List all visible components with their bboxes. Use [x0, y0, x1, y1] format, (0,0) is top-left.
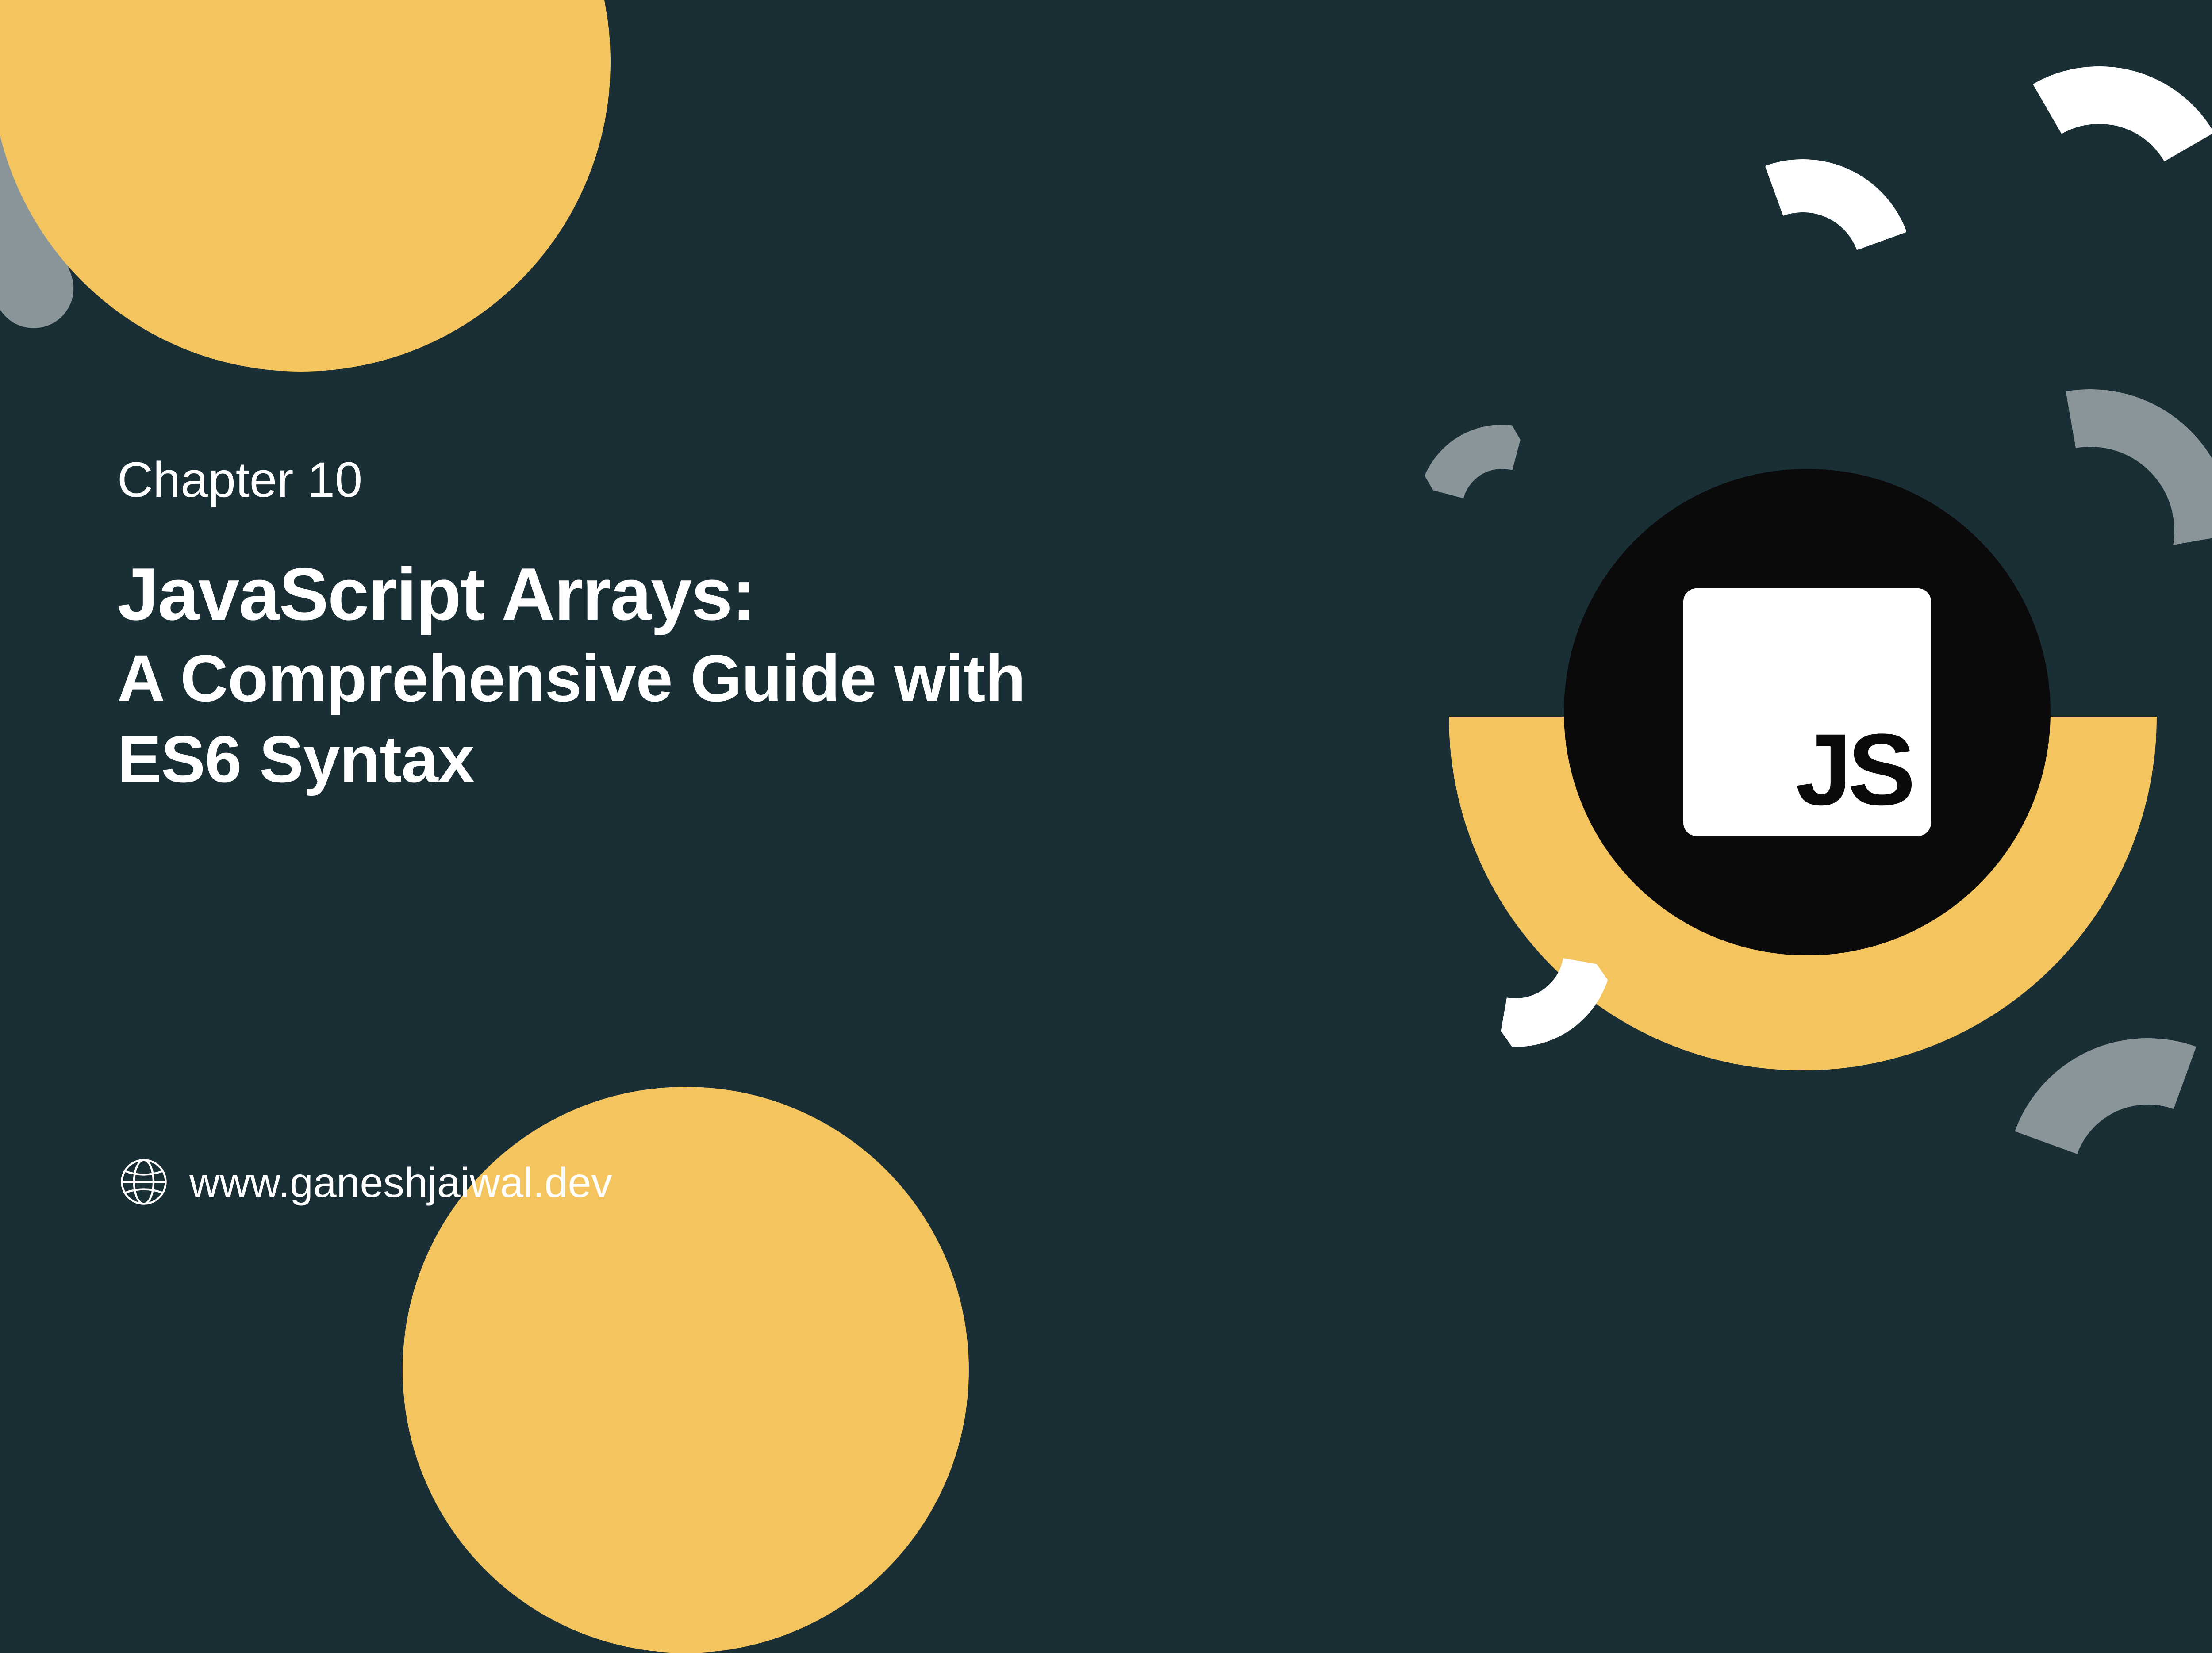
- main-content: Chapter 10 JavaScript Arrays: A Comprehe…: [117, 451, 1025, 800]
- decorative-arc-gray-1: [1387, 394, 1617, 623]
- title-line-3: ES6 Syntax: [117, 719, 1025, 800]
- right-graphic-cluster: JS: [1161, 0, 2212, 1277]
- footer: www.ganeshjaiwal.dev: [119, 1158, 612, 1208]
- js-logo-circle: JS: [1564, 469, 2051, 955]
- footer-url: www.ganeshjaiwal.dev: [189, 1159, 612, 1207]
- title-line-2: A Comprehensive Guide with: [117, 638, 1025, 719]
- globe-icon: [119, 1158, 168, 1208]
- js-logo-text: JS: [1796, 719, 1911, 821]
- title-line-1: JavaScript Arrays:: [117, 550, 1025, 638]
- decorative-arc-white-2: [1656, 123, 1950, 417]
- chapter-label: Chapter 10: [117, 451, 1025, 508]
- decorative-circle-top-left: [0, 0, 611, 372]
- js-logo-square: JS: [1683, 588, 1931, 836]
- decorative-arc-white-1: [1918, 18, 2212, 380]
